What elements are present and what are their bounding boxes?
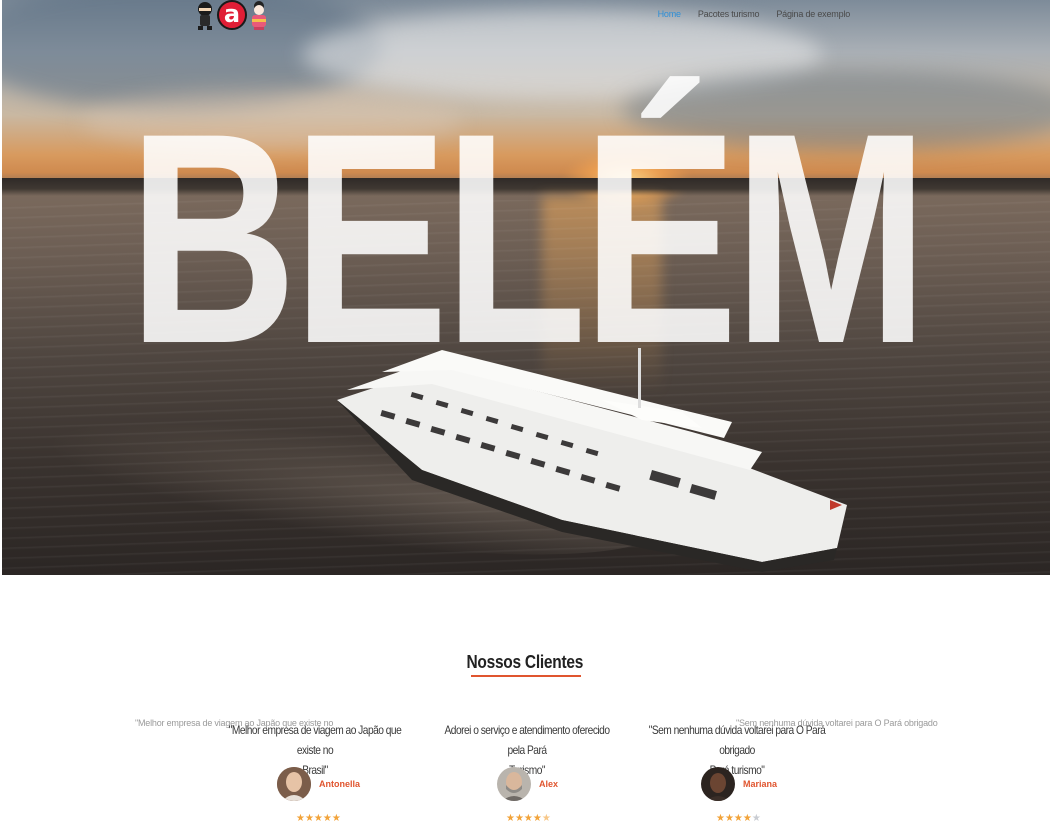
testimonial-quote: "Melhor empresa de viagem ao Japão que e… xyxy=(228,723,402,757)
rating-stars: ★★★★★ xyxy=(506,813,551,824)
boat-image xyxy=(337,348,847,572)
site-logo[interactable]: a xyxy=(195,0,269,30)
testimonial-person: Alex xyxy=(497,767,558,801)
rating-stars: ★★★★★ xyxy=(296,813,341,824)
rating-stars: ★★★★★ xyxy=(716,813,761,824)
logo-a-icon: a xyxy=(217,0,247,30)
nav-pagina-exemplo[interactable]: Página de exemplo xyxy=(776,9,850,19)
testimonial-quote: "Sem nenhuma dúvida voltarei para O Pará… xyxy=(648,723,826,757)
ninja-icon xyxy=(195,0,215,30)
clients-section-heading: Nossos Clientes xyxy=(0,652,1050,673)
hero-banner: BELÉM xyxy=(2,0,1050,575)
title-underline xyxy=(471,675,581,677)
testimonial-name: Antonella xyxy=(319,779,361,789)
geisha-icon xyxy=(249,0,269,30)
testimonial-person: Mariana xyxy=(701,767,777,801)
nav-home[interactable]: Home xyxy=(658,9,681,19)
avatar xyxy=(277,767,311,801)
testimonial-quote: Adorei o serviço e atendimento oferecido… xyxy=(444,723,610,757)
avatar xyxy=(701,767,735,801)
testimonial-name: Mariana xyxy=(743,779,778,789)
avatar xyxy=(497,767,531,801)
clients-title: Nossos Clientes xyxy=(466,652,584,672)
testimonial-name: Alex xyxy=(539,779,559,789)
nav-pacotes-turismo[interactable]: Pacotes turismo xyxy=(698,9,760,19)
testimonial-person: Antonella xyxy=(277,767,360,801)
main-nav: Home Pacotes turismo Página de exemplo xyxy=(658,9,851,19)
